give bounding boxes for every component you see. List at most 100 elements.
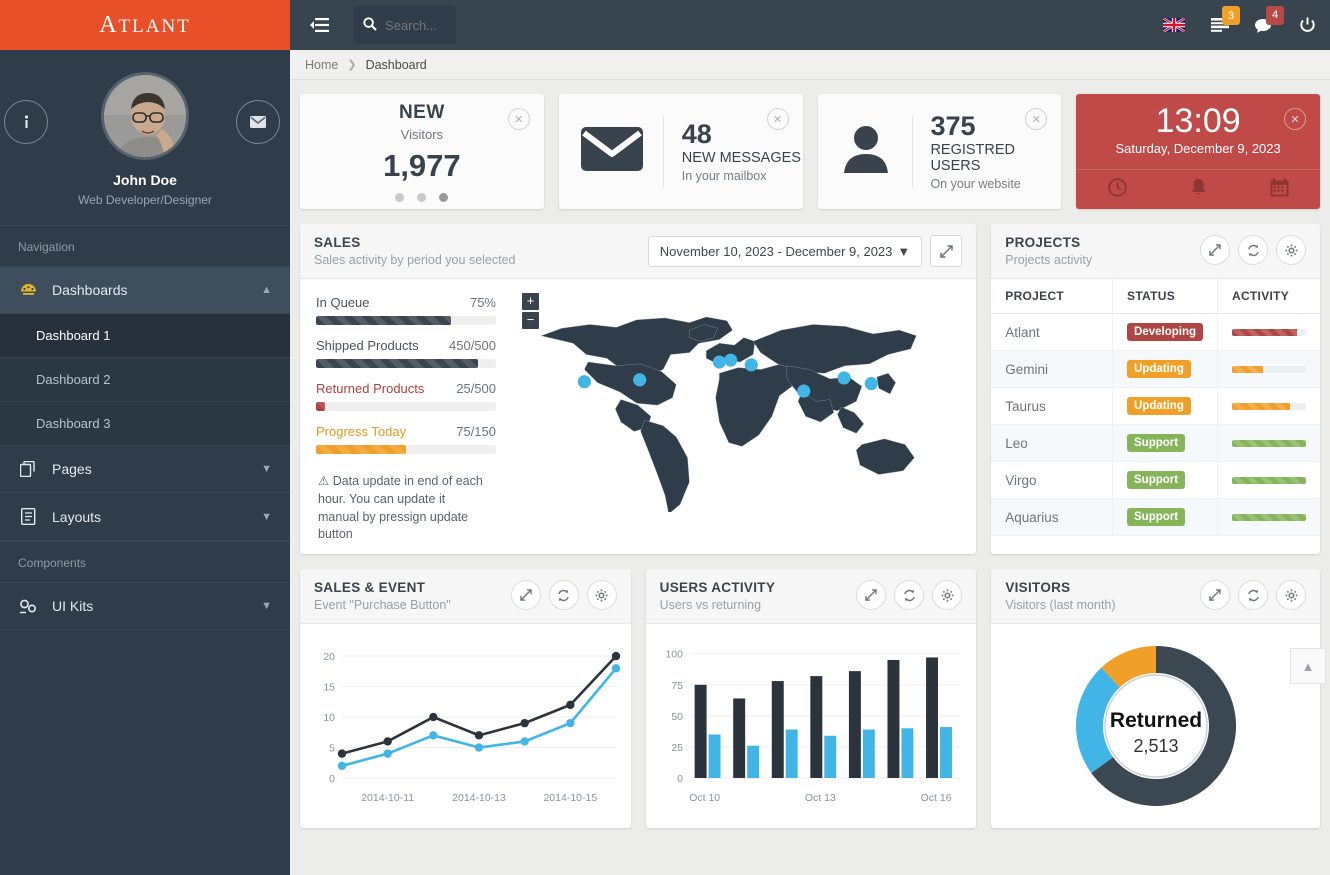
cell-activity: [1217, 350, 1320, 388]
sidebar-item-label: Dashboards: [52, 282, 128, 298]
bell-icon[interactable]: [1190, 178, 1207, 202]
progress-fill: [316, 445, 406, 454]
progress-fill: [316, 402, 325, 411]
map-zoom-in-button[interactable]: +: [522, 293, 539, 310]
visitors-stat-card: ✕ NEW Visitors 1,977: [300, 94, 544, 209]
carousel-dots[interactable]: [395, 192, 449, 202]
topbar: 3 4: [290, 0, 1330, 50]
messages-icon[interactable]: 4: [1255, 5, 1284, 33]
status-badge: Developing: [1127, 323, 1203, 341]
svg-text:75: 75: [671, 680, 683, 692]
scroll-to-top-button[interactable]: ▲: [1290, 648, 1326, 684]
cell-project: Gemini: [991, 350, 1113, 388]
clock-icon[interactable]: [1108, 177, 1127, 202]
chevron-right-icon: ❯: [347, 59, 357, 71]
gear-icon[interactable]: [1276, 235, 1306, 265]
sidebar-item-ui-kits[interactable]: UI Kits ▼: [0, 583, 290, 630]
carousel-dot[interactable]: [417, 192, 427, 202]
divider: [911, 116, 913, 187]
donut-chart[interactable]: Returned 2,513: [1058, 631, 1254, 821]
avatar[interactable]: [101, 72, 189, 160]
progress-value: 75%: [469, 295, 496, 310]
table-row[interactable]: Gemini Updating: [991, 350, 1320, 388]
messages-stat-card: ✕ 48 NEW MESSAGES In your mailbox: [558, 94, 803, 209]
activity-bar: [1232, 402, 1306, 410]
activity-fill: [1232, 439, 1306, 447]
map-marker[interactable]: [744, 358, 758, 372]
cell-activity: [1217, 424, 1320, 462]
map-zoom-out-button[interactable]: −: [522, 312, 539, 329]
sidebar-subitem-dashboard-1[interactable]: Dashboard 1: [0, 314, 290, 358]
cell-activity: [1217, 387, 1320, 425]
sidebar-item-layouts[interactable]: Layouts ▼: [0, 493, 290, 541]
main-content: Home ❯ Dashboard ✕ NEW Visitors 1,977 ✕ …: [290, 50, 1330, 875]
map-marker[interactable]: [837, 371, 851, 385]
users-activity-header: USERS ACTIVITY Users vs returning: [645, 569, 977, 624]
close-icon[interactable]: ✕: [1284, 108, 1306, 130]
close-icon[interactable]: ✕: [507, 108, 530, 130]
power-icon[interactable]: [1299, 17, 1316, 34]
bar-chart-body: 0 25 50 75 100 Oct 10 Oct 13 Oct 16: [646, 624, 977, 828]
envelope-icon[interactable]: [236, 100, 280, 144]
brand-logo[interactable]: ATLANT: [0, 0, 290, 50]
expand-icon[interactable]: [1200, 580, 1230, 610]
map-marker[interactable]: [864, 377, 878, 391]
carousel-dot[interactable]: [395, 192, 405, 202]
close-icon[interactable]: ✕: [766, 108, 789, 130]
map-marker[interactable]: [577, 375, 591, 389]
table-row[interactable]: Virgo Support: [991, 461, 1320, 499]
sidebar-item-dashboards[interactable]: Dashboards ▲: [0, 267, 290, 314]
expand-icon[interactable]: [856, 580, 887, 610]
progress-value: 75/150: [456, 424, 496, 439]
map-marker[interactable]: [633, 373, 647, 387]
sidebar-subitem-dashboard-2[interactable]: Dashboard 2: [0, 358, 290, 402]
map-marker[interactable]: [724, 353, 738, 367]
refresh-icon[interactable]: [894, 580, 925, 610]
refresh-icon[interactable]: [1238, 235, 1268, 265]
bar-chart[interactable]: 0 25 50 75 100 Oct 10 Oct 13 Oct 16: [654, 634, 970, 819]
map-marker[interactable]: [797, 384, 811, 398]
sales-panel-header: SALES Sales activity by period you selec…: [300, 224, 977, 279]
gear-icon[interactable]: [932, 580, 963, 610]
sidebar-item-pages[interactable]: Pages ▼: [0, 446, 290, 493]
language-flag-icon[interactable]: [1163, 18, 1185, 32]
expand-icon[interactable]: [1200, 235, 1230, 265]
table-row[interactable]: Atlant Developing: [991, 313, 1320, 351]
cell-project: Taurus: [991, 387, 1113, 425]
cell-project: Virgo: [991, 461, 1113, 499]
calendar-icon[interactable]: [1270, 177, 1289, 202]
activity-bar: [1232, 476, 1306, 484]
clock-footer: [1076, 169, 1320, 209]
search-box[interactable]: [353, 6, 456, 44]
clock-card: ✕ 13:09 Saturday, December 9, 2023: [1076, 94, 1320, 209]
table-row[interactable]: Taurus Updating: [991, 387, 1320, 425]
expand-icon[interactable]: [930, 235, 963, 267]
line-chart[interactable]: 0 5 10 15 20 2014-10-11 2014-10-13 2014-10-15: [308, 634, 624, 819]
refresh-icon[interactable]: [548, 580, 579, 610]
info-icon[interactable]: [4, 100, 48, 144]
date-range-picker[interactable]: November 10, 2023 - December 9, 2023 ▼: [647, 235, 923, 267]
table-row[interactable]: Leo Support: [991, 424, 1320, 462]
activity-bar: [1232, 328, 1306, 336]
world-map[interactable]: + −: [510, 279, 976, 554]
chevron-up-icon: ▲: [1301, 658, 1315, 674]
table-row[interactable]: Aquarius Support: [991, 498, 1320, 536]
progress-track: [316, 445, 496, 454]
sidebar-toggle-icon[interactable]: [307, 12, 333, 38]
sales-event-header: SALES & EVENT Event "Purchase Button": [300, 569, 631, 624]
gear-icon[interactable]: [586, 580, 617, 610]
gear-icon[interactable]: [1276, 580, 1306, 610]
carousel-dot-active[interactable]: [439, 192, 449, 202]
cell-activity: [1217, 498, 1320, 536]
refresh-icon[interactable]: [1238, 580, 1268, 610]
map-marker[interactable]: [712, 355, 726, 369]
world-map-svg: [540, 316, 917, 515]
breadcrumb-home[interactable]: Home: [305, 58, 338, 72]
sidebar-subitem-dashboard-3[interactable]: Dashboard 3: [0, 402, 290, 446]
search-input[interactable]: [385, 17, 446, 33]
users-activity-panel: USERS ACTIVITY Users vs returning 0 25 50 7…: [645, 569, 977, 828]
expand-icon[interactable]: [510, 580, 541, 610]
tasks-icon[interactable]: 3: [1211, 6, 1240, 32]
activity-fill: [1232, 513, 1306, 521]
charts-row: SALES & EVENT Event "Purchase Button" 0 5…: [290, 554, 1330, 828]
